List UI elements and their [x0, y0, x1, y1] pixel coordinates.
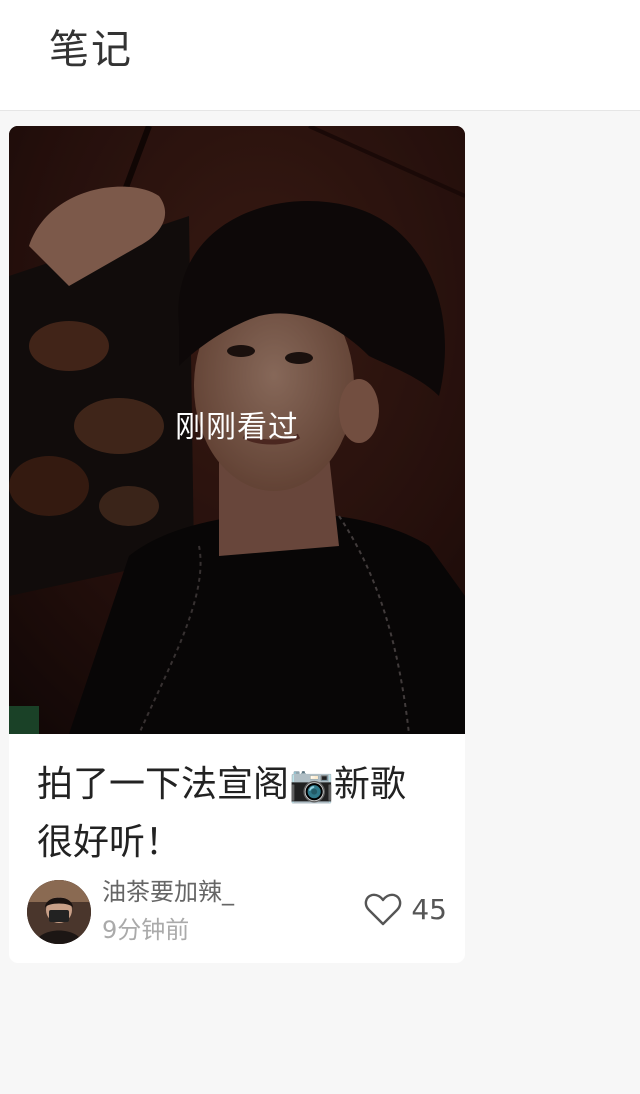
note-cover-image[interactable]: 刚刚看过: [9, 126, 465, 734]
post-time: 9分钟前: [102, 916, 190, 944]
note-author-row: 油茶要加辣_ 9分钟前 45: [27, 878, 447, 944]
top-bar: 笔记: [0, 0, 640, 111]
note-title-part1: 拍了一下法宣阁: [37, 764, 290, 805]
note-card[interactable]: 刚刚看过 拍了一下法宣阁📷新歌很好听！ 油茶要加辣_ 9分钟前 45: [9, 126, 465, 963]
avatar[interactable]: [27, 880, 91, 944]
recently-viewed-label: 刚刚看过: [175, 410, 299, 445]
camera-icon: 📷: [289, 764, 334, 805]
heart-icon: [364, 893, 402, 926]
like-button[interactable]: 45: [327, 890, 447, 930]
avatar-image: [27, 880, 91, 944]
like-count: 45: [411, 893, 447, 926]
note-title[interactable]: 拍了一下法宣阁📷新歌很好听！: [37, 756, 437, 872]
author-name[interactable]: 油茶要加辣_: [102, 876, 234, 908]
page-title: 笔记: [49, 27, 133, 73]
